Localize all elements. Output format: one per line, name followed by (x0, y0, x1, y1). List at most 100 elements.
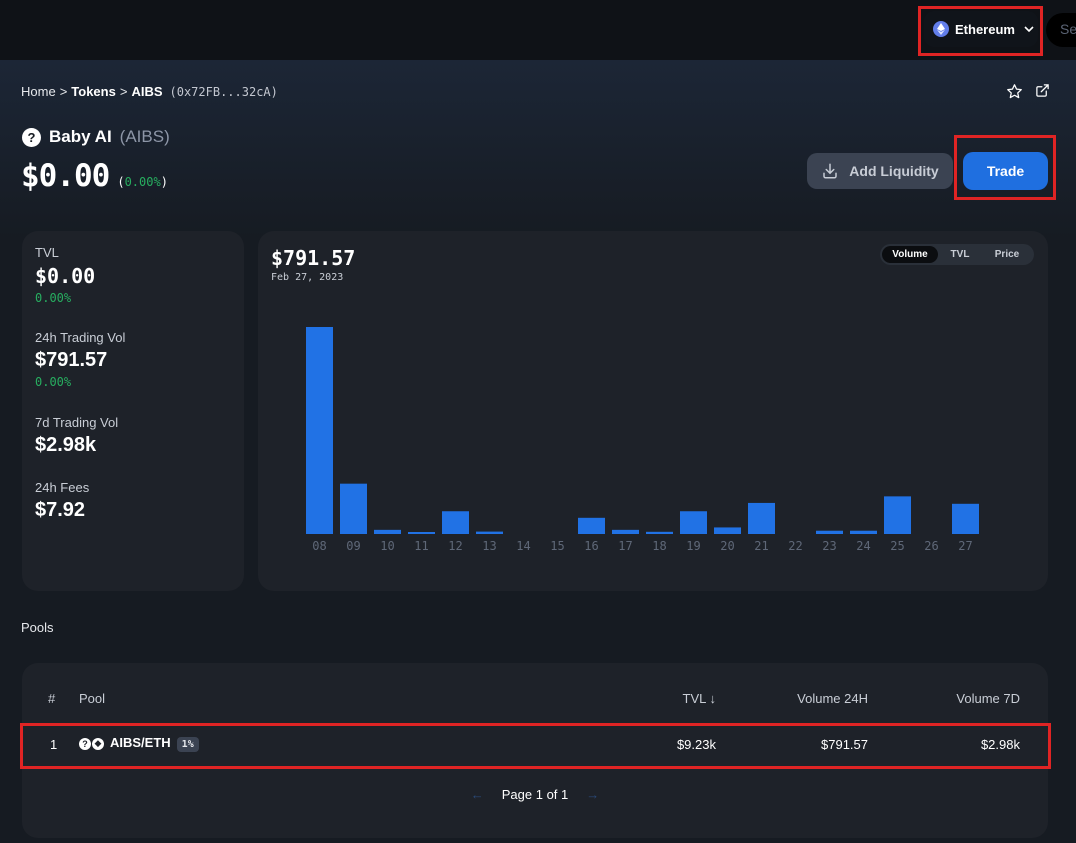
network-selector[interactable]: Ethereum (924, 11, 1038, 47)
x-tick-label: 24 (856, 539, 870, 553)
token-symbol: (AIBS) (119, 127, 170, 146)
token-name: Baby AI (49, 127, 112, 146)
unknown-token-icon: ? (79, 737, 91, 750)
fee-tier-badge: 1% (176, 737, 199, 752)
download-icon (823, 163, 838, 179)
stat-label: 7d Trading Vol (35, 415, 119, 430)
ethereum-icon: ◆ (92, 737, 104, 750)
x-tick-label: 13 (482, 539, 496, 553)
ethereum-icon (933, 21, 949, 37)
bar-27[interactable] (952, 503, 979, 534)
bar-08[interactable] (306, 327, 333, 534)
price-change: (0.00%) (117, 175, 168, 189)
x-tick-label: 18 (652, 539, 666, 553)
volume-chart-panel: $791.57 Feb 27, 2023 Volume TVL Price 08… (258, 231, 1048, 591)
divider (22, 766, 1048, 767)
breadcrumb-home[interactable]: Home (21, 84, 56, 99)
page-indicator: Page 1 of 1 (501, 787, 569, 802)
search-input[interactable]: Se (1046, 13, 1076, 47)
x-tick-label: 27 (958, 539, 972, 553)
bar-24[interactable] (850, 530, 877, 534)
network-label: Ethereum (955, 21, 1015, 37)
pagination: ← Page 1 of 1 → (22, 787, 1048, 802)
column-header-index: # (48, 691, 56, 706)
x-tick-label: 22 (788, 539, 802, 553)
stat-change: 0.00% (35, 291, 72, 305)
x-tick-label: 09 (346, 539, 360, 553)
bar-12[interactable] (442, 511, 469, 534)
bar-20[interactable] (714, 527, 741, 534)
stat-24h-volume: 24h Trading Vol $791.57 0.00% (35, 330, 125, 389)
token-header: ? Baby AI (AIBS) (22, 127, 170, 147)
breadcrumb-separator: > (59, 84, 68, 99)
stat-value: $791.57 (35, 349, 108, 371)
bar-16[interactable] (578, 517, 605, 534)
x-tick-label: 21 (754, 539, 768, 553)
trade-button[interactable]: Trade (963, 152, 1048, 190)
bar-10[interactable] (374, 529, 401, 534)
top-navbar: Ethereum Se (0, 0, 1076, 60)
pool-tvl: $9.23k (676, 737, 716, 752)
bar-23[interactable] (816, 530, 843, 534)
bar-21[interactable] (748, 502, 775, 534)
pool-token-icons: ? ◆ (79, 737, 104, 750)
breadcrumb-symbol: AIBS (131, 84, 163, 99)
add-liquidity-label: Add Liquidity (849, 163, 939, 179)
add-liquidity-button[interactable]: Add Liquidity (807, 153, 953, 189)
breadcrumb: Home > Tokens > AIBS (0x72FB...32cA) (21, 84, 278, 99)
x-tick-label: 14 (516, 539, 530, 553)
bar-19[interactable] (680, 511, 707, 534)
breadcrumb-tokens[interactable]: Tokens (71, 84, 116, 99)
x-tick-label: 15 (550, 539, 564, 553)
next-page-arrow[interactable]: → (586, 787, 599, 802)
token-address[interactable]: (0x72FB...32cA) (170, 85, 278, 99)
x-tick-label: 10 (380, 539, 394, 553)
bar-18[interactable] (646, 531, 673, 534)
pool-pair: AIBS/ETH (110, 735, 171, 750)
x-tick-label: 17 (618, 539, 632, 553)
stat-label: 24h Fees (35, 480, 90, 495)
column-header-volume-24h[interactable]: Volume 24H (797, 691, 868, 706)
x-tick-label: 25 (890, 539, 904, 553)
stats-panel: TVL $0.00 0.00% 24h Trading Vol $791.57 … (22, 231, 244, 591)
pools-table: # Pool TVL ↓ Volume 24H Volume 7D 1 ? ◆ … (22, 663, 1048, 838)
stat-change: 0.00% (35, 375, 72, 389)
volume-bar-chart[interactable]: 08 09 10 11 12 13 14 15 16 17 18 19 20 21 22 23 24 25 26 27 (258, 231, 1048, 591)
x-tick-label: 23 (822, 539, 836, 553)
stat-24h-fees: 24h Fees $7.92 (35, 480, 89, 522)
pool-cell[interactable]: ? ◆ AIBS/ETH 1% (79, 735, 199, 752)
token-price: $0.00 (21, 158, 110, 194)
stat-label: 24h Trading Vol (35, 330, 126, 345)
bar-13[interactable] (476, 531, 503, 534)
chevron-down-icon (1024, 26, 1034, 33)
token-actions (1006, 83, 1050, 100)
breadcrumb-separator: > (119, 84, 128, 99)
stat-label: TVL (35, 245, 59, 260)
row-index: 1 (50, 737, 58, 752)
pools-heading: Pools (21, 620, 54, 635)
x-tick-label: 16 (584, 539, 598, 553)
bar-09[interactable] (340, 483, 367, 534)
stat-value: $0.00 (35, 264, 96, 288)
star-icon[interactable] (1006, 83, 1023, 100)
x-tick-label: 11 (414, 539, 428, 553)
stat-value: $7.92 (35, 499, 86, 521)
bar-25[interactable] (884, 496, 911, 534)
x-tick-label: 08 (312, 539, 326, 553)
unknown-token-icon: ? (22, 127, 41, 147)
pool-volume-24h: $791.57 (821, 737, 868, 752)
bar-17[interactable] (612, 529, 639, 534)
stat-value: $2.98k (35, 434, 97, 456)
stat-tvl: TVL $0.00 0.00% (35, 245, 95, 305)
bar-11[interactable] (408, 532, 435, 534)
column-header-pool[interactable]: Pool (79, 691, 105, 706)
column-header-tvl[interactable]: TVL ↓ (683, 691, 716, 706)
x-tick-label: 19 (686, 539, 700, 553)
pool-volume-7d: $2.98k (980, 737, 1020, 752)
x-tick-label: 12 (448, 539, 462, 553)
external-link-icon[interactable] (1035, 83, 1050, 98)
prev-page-arrow[interactable]: ← (471, 787, 484, 802)
column-header-volume-7d[interactable]: Volume 7D (956, 691, 1020, 706)
x-tick-label: 20 (720, 539, 734, 553)
stat-7d-volume: 7d Trading Vol $2.98k (35, 415, 118, 457)
